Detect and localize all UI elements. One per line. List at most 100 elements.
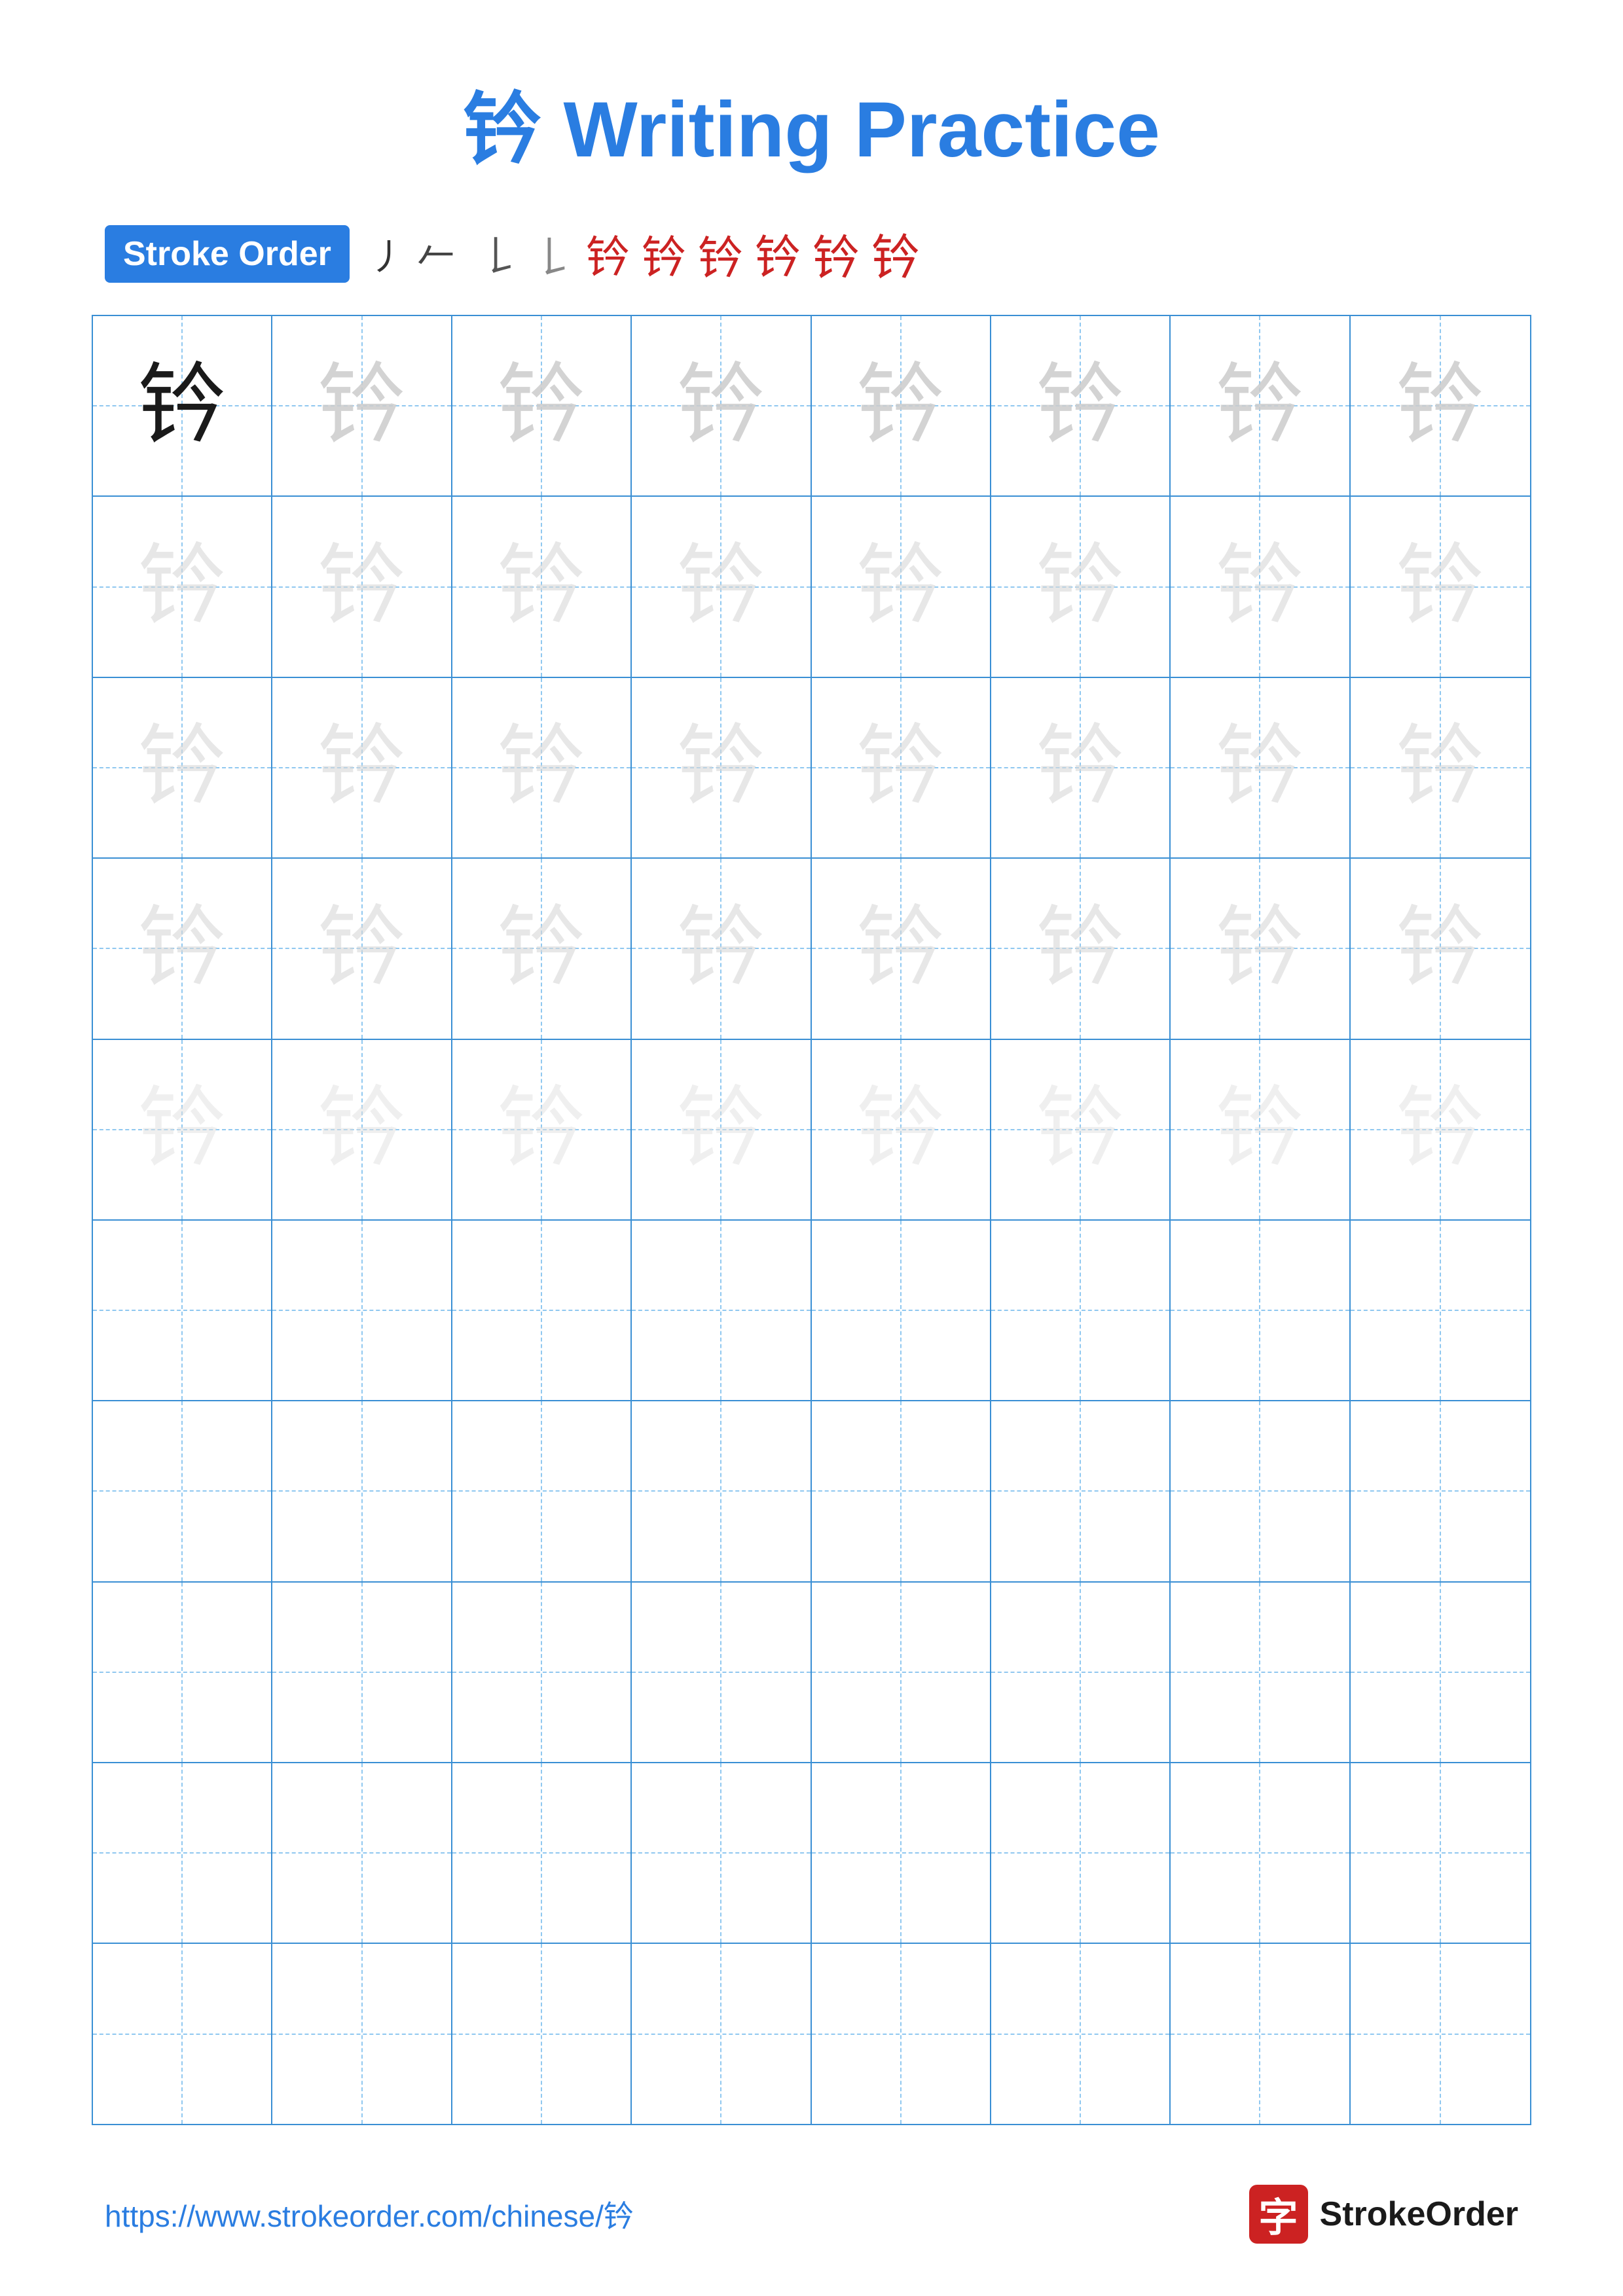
grid-cell-4-5[interactable]: 钤 (812, 859, 991, 1038)
grid-cell-3-3[interactable]: 钤 (452, 678, 632, 857)
grid-cell-9-3[interactable] (452, 1763, 632, 1943)
footer-url[interactable]: https://www.strokeorder.com/chinese/钤 (105, 2193, 634, 2236)
stroke-10: 钤 (812, 219, 860, 288)
grid-cell-2-3[interactable]: 钤 (452, 497, 632, 676)
grid-cell-3-1[interactable]: 钤 (93, 678, 272, 857)
grid-cell-1-8[interactable]: 钤 (1351, 316, 1530, 495)
grid-cell-3-6[interactable]: 钤 (991, 678, 1171, 857)
grid-cell-10-6[interactable] (991, 1944, 1171, 2123)
grid-cell-7-5[interactable] (812, 1401, 991, 1581)
grid-cell-9-1[interactable] (93, 1763, 272, 1943)
grid-cell-8-2[interactable] (272, 1583, 452, 1762)
logo-char: 字 (1259, 2186, 1298, 2243)
char-display: 钤 (856, 362, 945, 450)
grid-cell-2-2[interactable]: 钤 (272, 497, 452, 676)
grid-cell-7-8[interactable] (1351, 1401, 1530, 1581)
char-display: 钤 (138, 723, 227, 812)
grid-cell-6-8[interactable] (1351, 1221, 1530, 1400)
logo-icon: 字 (1249, 2185, 1308, 2244)
grid-cell-5-8[interactable]: 钤 (1351, 1040, 1530, 1219)
grid-cell-9-4[interactable] (632, 1763, 811, 1943)
stroke-7: 钤 (642, 221, 686, 286)
grid-cell-1-2[interactable]: 钤 (272, 316, 452, 495)
grid-cell-10-5[interactable] (812, 1944, 991, 2123)
grid-cell-9-8[interactable] (1351, 1763, 1530, 1943)
char-display: 钤 (1396, 905, 1484, 993)
grid-cell-1-1[interactable]: 钤 (93, 316, 272, 495)
grid-cell-5-2[interactable]: 钤 (272, 1040, 452, 1219)
grid-cell-7-3[interactable] (452, 1401, 632, 1581)
char-display: 钤 (856, 905, 945, 993)
grid-cell-4-2[interactable]: 钤 (272, 859, 452, 1038)
grid-cell-5-1[interactable]: 钤 (93, 1040, 272, 1219)
grid-cell-10-7[interactable] (1171, 1944, 1350, 2123)
grid-row-1: 钤 钤 钤 钤 钤 钤 钤 钤 (93, 316, 1530, 497)
grid-cell-7-4[interactable] (632, 1401, 811, 1581)
grid-cell-2-5[interactable]: 钤 (812, 497, 991, 676)
grid-cell-5-5[interactable]: 钤 (812, 1040, 991, 1219)
grid-cell-6-7[interactable] (1171, 1221, 1350, 1400)
grid-cell-6-4[interactable] (632, 1221, 811, 1400)
grid-cell-10-1[interactable] (93, 1944, 272, 2123)
grid-cell-3-8[interactable]: 钤 (1351, 678, 1530, 857)
grid-cell-3-4[interactable]: 钤 (632, 678, 811, 857)
grid-cell-6-3[interactable] (452, 1221, 632, 1400)
char-display: 钤 (677, 723, 765, 812)
grid-cell-10-8[interactable] (1351, 1944, 1530, 2123)
grid-cell-5-4[interactable]: 钤 (632, 1040, 811, 1219)
grid-cell-8-3[interactable] (452, 1583, 632, 1762)
grid-cell-9-6[interactable] (991, 1763, 1171, 1943)
grid-cell-8-7[interactable] (1171, 1583, 1350, 1762)
grid-cell-4-1[interactable]: 钤 (93, 859, 272, 1038)
grid-cell-5-6[interactable]: 钤 (991, 1040, 1171, 1219)
char-display: 钤 (1216, 1085, 1304, 1174)
grid-cell-1-7[interactable]: 钤 (1171, 316, 1350, 495)
grid-row-7 (93, 1401, 1530, 1582)
grid-cell-1-4[interactable]: 钤 (632, 316, 811, 495)
grid-cell-7-6[interactable] (991, 1401, 1171, 1581)
grid-cell-2-8[interactable]: 钤 (1351, 497, 1530, 676)
char-display: 钤 (138, 543, 227, 631)
grid-cell-7-2[interactable] (272, 1401, 452, 1581)
grid-cell-1-6[interactable]: 钤 (991, 316, 1171, 495)
grid-cell-3-2[interactable]: 钤 (272, 678, 452, 857)
grid-cell-4-4[interactable]: 钤 (632, 859, 811, 1038)
stroke-order-row: Stroke Order 丿 𠂉 𠃆 𠄌 𠄌 钤 钤 钤 钤 钤 钤 (0, 219, 1623, 289)
grid-cell-3-7[interactable]: 钤 (1171, 678, 1350, 857)
grid-cell-3-5[interactable]: 钤 (812, 678, 991, 857)
grid-cell-10-2[interactable] (272, 1944, 452, 2123)
grid-cell-4-3[interactable]: 钤 (452, 859, 632, 1038)
grid-cell-1-5[interactable]: 钤 (812, 316, 991, 495)
grid-cell-4-8[interactable]: 钤 (1351, 859, 1530, 1038)
grid-cell-1-3[interactable]: 钤 (452, 316, 632, 495)
grid-cell-6-5[interactable] (812, 1221, 991, 1400)
grid-cell-4-6[interactable]: 钤 (991, 859, 1171, 1038)
grid-cell-2-1[interactable]: 钤 (93, 497, 272, 676)
grid-cell-9-2[interactable] (272, 1763, 452, 1943)
grid-cell-10-4[interactable] (632, 1944, 811, 2123)
char-display: 钤 (497, 905, 585, 993)
grid-cell-2-4[interactable]: 钤 (632, 497, 811, 676)
grid-row-3: 钤 钤 钤 钤 钤 钤 钤 钤 (93, 678, 1530, 859)
grid-cell-7-7[interactable] (1171, 1401, 1350, 1581)
grid-cell-5-3[interactable]: 钤 (452, 1040, 632, 1219)
grid-cell-6-1[interactable] (93, 1221, 272, 1400)
grid-cell-10-3[interactable] (452, 1944, 632, 2123)
grid-cell-9-7[interactable] (1171, 1763, 1350, 1943)
grid-cell-6-2[interactable] (272, 1221, 452, 1400)
grid-cell-8-1[interactable] (93, 1583, 272, 1762)
grid-cell-6-6[interactable] (991, 1221, 1171, 1400)
grid-cell-9-5[interactable] (812, 1763, 991, 1943)
grid-cell-4-7[interactable]: 钤 (1171, 859, 1350, 1038)
grid-cell-2-6[interactable]: 钤 (991, 497, 1171, 676)
stroke-5: 𠄌 (532, 223, 574, 285)
grid-cell-8-6[interactable] (991, 1583, 1171, 1762)
grid-cell-8-8[interactable] (1351, 1583, 1530, 1762)
grid-cell-8-4[interactable] (632, 1583, 811, 1762)
grid-cell-7-1[interactable] (93, 1401, 272, 1581)
grid-cell-2-7[interactable]: 钤 (1171, 497, 1350, 676)
grid-cell-8-5[interactable] (812, 1583, 991, 1762)
grid-row-5: 钤 钤 钤 钤 钤 钤 钤 钤 (93, 1040, 1530, 1221)
footer-logo: 字 StrokeOrder (1249, 2185, 1518, 2244)
grid-cell-5-7[interactable]: 钤 (1171, 1040, 1350, 1219)
